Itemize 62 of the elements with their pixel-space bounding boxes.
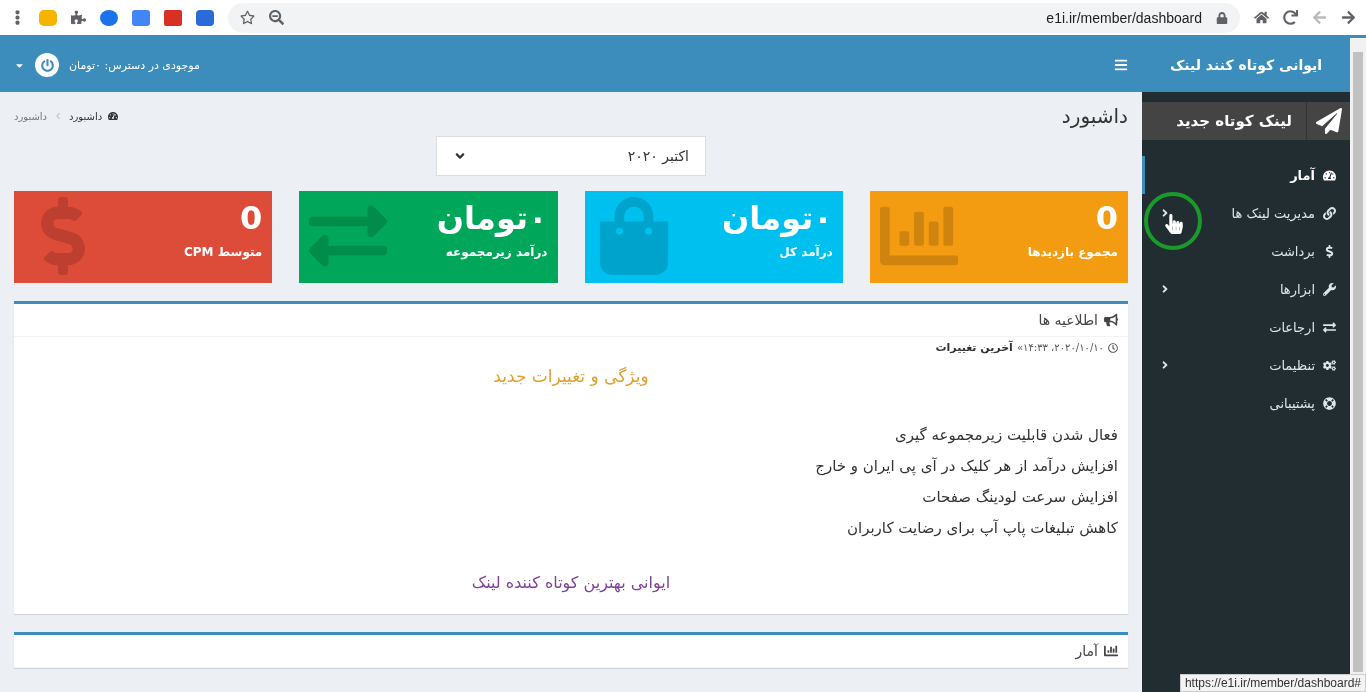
home-icon[interactable] xyxy=(1254,10,1269,25)
page-title: داشبورد xyxy=(1061,104,1128,128)
menu-label: برداشت xyxy=(1271,243,1315,259)
post-title[interactable]: آخرین تغییرات xyxy=(935,341,1013,354)
gears-icon xyxy=(1323,358,1336,372)
announcement-line: فعال شدن قابلیت زیرمجموعه گیری xyxy=(893,426,1118,444)
announcement-line: افزایش سرعت لودینگ صفحات xyxy=(921,488,1118,506)
link-icon xyxy=(1323,206,1336,220)
megaphone-icon xyxy=(1104,313,1118,327)
stat-value: ۰تومان xyxy=(722,198,833,239)
paper-plane-icon xyxy=(1315,108,1342,134)
stat-value: 0 xyxy=(240,198,263,239)
menu-label: آمار xyxy=(1290,167,1315,183)
stat-value: ۰تومان xyxy=(436,198,548,239)
brand-title[interactable]: ایوانی کوتاه کنند لینک xyxy=(1142,38,1350,92)
lifebuoy-icon xyxy=(1323,396,1336,410)
month-select[interactable]: اکتبر ۲۰۲۰ xyxy=(436,136,706,176)
panel-title: اطلاعیه ها xyxy=(1038,312,1098,328)
url-field[interactable]: e1i.ir/member/dashboard xyxy=(1046,9,1202,26)
menu-icon[interactable] xyxy=(1114,58,1128,72)
stat-label: مجموع بازدیدها xyxy=(1027,245,1118,259)
menu-label: پشتیبانی xyxy=(1269,395,1315,411)
dashboard-icon xyxy=(108,111,119,121)
puzzle-icon[interactable] xyxy=(71,10,86,25)
stat-value: 0 xyxy=(1095,198,1118,239)
dollar-icon xyxy=(1323,244,1336,258)
menu-label: ارجاعات xyxy=(1269,319,1315,335)
zoom-icon[interactable] xyxy=(269,10,284,25)
reload-icon[interactable] xyxy=(1283,10,1298,25)
clock-icon xyxy=(1108,342,1118,353)
sidebar-item[interactable]: ابزارها xyxy=(1142,270,1350,308)
announcement-heading: ویژگی و تغییرات جدید xyxy=(492,366,650,386)
stat-label: درآمد کل xyxy=(779,245,833,259)
power-icon[interactable] xyxy=(35,53,59,77)
sidebar-item[interactable]: ارجاعات xyxy=(1142,308,1350,346)
balance-text: موجودی در دسترس: ۰تومان xyxy=(69,58,200,72)
stat-label: متوسط CPM xyxy=(184,245,263,259)
announcement-line: کاهش تبلیغات پاپ آپ برای رضایت کاربران xyxy=(845,519,1118,537)
sidebar-item[interactable]: تنظیمات xyxy=(1142,346,1350,384)
sidebar-item[interactable]: مدیریت لینک ها xyxy=(1142,194,1350,232)
forward-icon[interactable] xyxy=(1341,10,1356,25)
breadcrumb-link[interactable]: داشبورد xyxy=(69,110,119,122)
sidebar-item[interactable]: پشتیبانی xyxy=(1142,384,1350,422)
dashboard-icon xyxy=(1323,168,1336,182)
new-link-button[interactable]: لینک کوتاه جدید xyxy=(1142,102,1350,140)
menu-label: مدیریت لینک ها xyxy=(1231,205,1315,221)
sidebar-item[interactable]: برداشت xyxy=(1142,232,1350,270)
panel-title: آمار xyxy=(1075,643,1098,659)
lock-icon xyxy=(1216,11,1228,24)
star-icon[interactable] xyxy=(240,10,255,25)
cursor-icon xyxy=(1164,214,1184,234)
url-tooltip: https://e1i.ir/member/dashboard# xyxy=(1179,674,1366,692)
menu-label: ابزارها xyxy=(1279,281,1315,297)
menu-label: تنظیمات xyxy=(1269,357,1315,373)
announcement-footer: ایوانی بهترین کوتاه کننده لینک xyxy=(14,573,1128,592)
stat-label: درآمد زیرمجموعه xyxy=(445,245,548,259)
bar-chart-icon xyxy=(1104,644,1118,658)
announcement-line: افزایش درآمد از هر کلیک در آی پی ایران و خارج xyxy=(814,457,1118,475)
post-date: ۲۰۲۰/۱۰/۱۰، ۱۴:۳۳» xyxy=(1016,342,1104,353)
arrows-icon xyxy=(1323,320,1336,334)
breadcrumb-link[interactable]: داشبورد xyxy=(14,110,48,122)
wrench-icon xyxy=(1323,282,1336,296)
